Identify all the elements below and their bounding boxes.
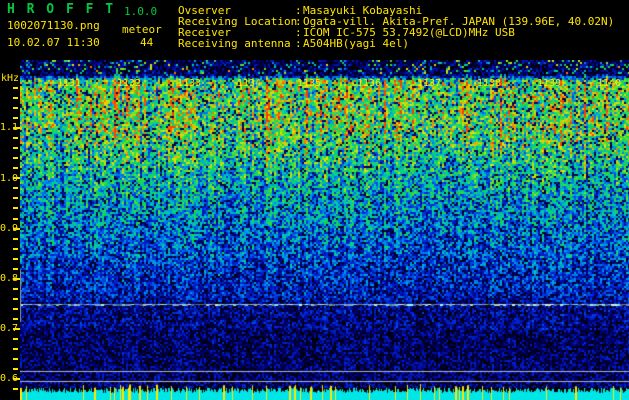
freq-minor-tick: [13, 87, 18, 89]
freq-tick-label: 0.7: [0, 323, 19, 334]
freq-minor-tick: [13, 167, 18, 170]
info-value: A504HB(yagi 4el): [303, 37, 409, 50]
freq-minor-tick: [13, 368, 18, 371]
time-tick-label: 1135: [297, 78, 322, 89]
time-tick-label: 1132: [117, 78, 142, 89]
datetime-label: 10.02.07 11:30: [7, 36, 100, 49]
freq-tick-label: 0.6: [0, 373, 19, 384]
freq-tick-label: 0.8: [0, 273, 19, 284]
freq-minor-tick: [13, 147, 18, 150]
time-tick-label: 1133: [177, 78, 202, 89]
meteor-count: 44: [140, 36, 154, 49]
freq-minor-tick: [13, 187, 18, 190]
freq-minor-tick: [13, 97, 18, 100]
freq-minor-tick: [13, 307, 18, 310]
freq-minor-tick: [13, 137, 18, 140]
freq-tick-label: 1.1: [0, 122, 19, 133]
time-tick-label: 1140: [597, 78, 622, 89]
freq-minor-tick: [13, 338, 18, 340]
freq-minor-tick: [13, 287, 18, 290]
time-tick-label: 1134: [237, 78, 262, 89]
freq-minor-tick: [13, 297, 18, 300]
freq-minor-tick: [13, 207, 18, 210]
freq-minor-tick: [13, 157, 18, 160]
info-row-antenna: Receiving antenna: A504HB(yagi 4el): [178, 38, 409, 49]
freq-minor-tick: [13, 197, 18, 200]
mode-label: meteor: [122, 23, 162, 36]
output-filename: 1002071130.png: [7, 19, 100, 32]
info-label: Receiving antenna: [178, 37, 291, 50]
freq-minor-tick: [13, 348, 18, 351]
time-tick-label: 1137: [417, 78, 442, 89]
app-version: 1.0.0: [124, 5, 158, 18]
time-tick-label: 1136: [357, 78, 382, 89]
time-tick-label: 1139: [537, 78, 562, 89]
freq-minor-tick: [13, 317, 18, 320]
freq-minor-tick: [13, 117, 18, 120]
info-colon: :: [295, 37, 302, 50]
spectrogram-canvas: [20, 60, 629, 400]
freq-minor-tick: [13, 217, 18, 220]
hrofft-window: H R O F F T 1.0.0 1002071130.png meteor …: [0, 0, 629, 400]
freq-minor-tick: [13, 237, 18, 240]
freq-minor-tick: [13, 257, 18, 260]
freq-minor-tick: [13, 107, 18, 110]
app-title: H R O F F T: [7, 2, 116, 17]
freq-tick-label: 1.0: [0, 173, 19, 184]
freq-minor-tick: [13, 267, 18, 270]
freq-tick-label: 0.9: [0, 223, 19, 234]
freq-minor-tick: [13, 388, 18, 391]
freq-minor-tick: [13, 358, 18, 361]
time-tick-label: 1131: [57, 78, 82, 89]
freq-minor-tick: [13, 247, 18, 250]
frequency-axis-unit: kHz: [1, 73, 20, 84]
time-tick-label: 1138: [477, 78, 502, 89]
